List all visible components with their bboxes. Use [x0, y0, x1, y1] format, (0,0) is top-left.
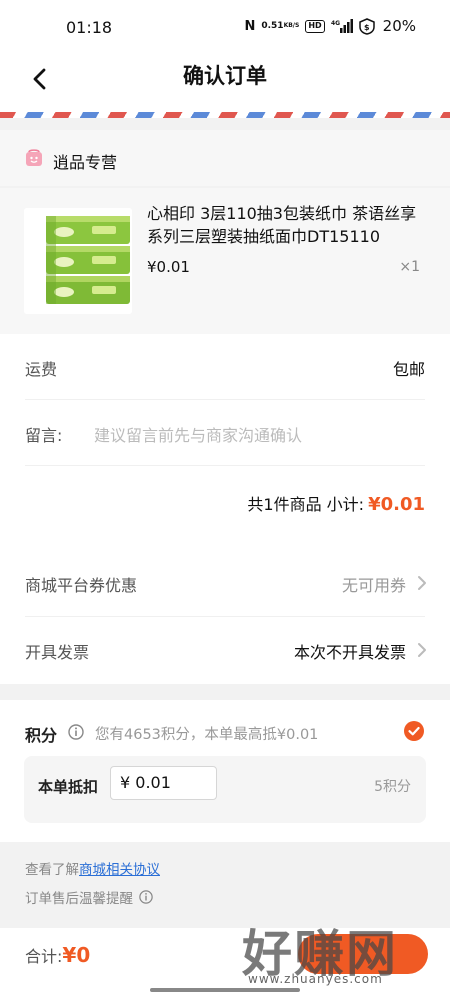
points-description: 您有4653积分，本单最高抵¥0.01 — [95, 727, 319, 743]
product-item[interactable]: 心相印 3层110抽3包装纸巾 茶语丝享系列三层塑装抽纸面巾DT15110 ¥0… — [0, 188, 450, 334]
signal-icon: 4G — [331, 18, 353, 34]
points-deduct-box: 本单抵扣 ¥ 0.01 5积分 — [24, 756, 426, 823]
product-name: 心相印 3层110抽3包装纸巾 茶语丝享系列三层塑装抽纸面巾DT15110 — [147, 204, 417, 246]
deduct-label: 本单抵扣 — [38, 778, 99, 796]
invoice-label: 开具发票 — [25, 643, 90, 662]
submit-order-button[interactable] — [298, 934, 428, 974]
coupon-label: 商城平台券优惠 — [25, 576, 138, 595]
points-section: 积分 您有4653积分，本单最高抵¥0.01 本单抵扣 ¥ 0.01 5积分 — [0, 700, 450, 842]
total-label: 合计: — [25, 947, 63, 966]
tissue-pack-image — [24, 208, 132, 314]
after-sale-notice-row[interactable]: 订单售后温馨提醒 — [25, 887, 153, 907]
battery-percent: 20% — [382, 17, 416, 35]
checkbox-checked-icon[interactable] — [404, 721, 424, 741]
status-time: 01:18 — [66, 18, 113, 37]
after-sale-notice: 订单售后温馨提醒 — [25, 891, 133, 907]
net-speed-value: 0.51 — [261, 21, 284, 31]
nav-bar: 确认订单 — [0, 50, 450, 112]
invoice-value: 本次不开具发票 — [293, 643, 406, 662]
status-icons: N 0.51 KB/S HD 4G $ 20% — [244, 17, 416, 35]
agreement-link[interactable]: 商城相关协议 — [79, 862, 160, 878]
agreement-line: 查看了解商城相关协议 — [25, 858, 160, 878]
svg-text:$: $ — [364, 23, 370, 32]
agreement-prefix: 查看了解 — [25, 862, 79, 878]
subtotal: 共1件商品 小计: ¥0.01 — [247, 491, 425, 515]
message-row[interactable]: 留言: 建议留言前先与商家沟通确认 — [25, 400, 425, 466]
order-details: 运费 包邮 留言: 建议留言前先与商家沟通确认 共1件商品 小计: ¥0.01 — [0, 334, 450, 550]
subtotal-amount: ¥0.01 — [368, 494, 425, 515]
coupon-value: 无可用券 — [341, 576, 406, 595]
coupon-row[interactable]: 商城平台券优惠 无可用券 — [25, 550, 428, 616]
store-name: 逍品专营 — [53, 153, 118, 172]
message-label: 留言: — [25, 426, 63, 445]
network-type-label: 4G — [331, 20, 340, 27]
product-price: ¥0.01 — [147, 258, 190, 276]
shipping-value: 包邮 — [392, 360, 425, 379]
battery-saver-icon: $ — [358, 17, 375, 35]
footer-links: 查看了解商城相关协议 订单售后温馨提醒 — [0, 842, 450, 916]
shipping-row: 运费 包邮 — [25, 334, 425, 400]
net-speed-indicator: 0.51 KB/S — [261, 18, 299, 34]
subtotal-text: 共1件商品 小计: — [247, 495, 365, 514]
info-icon[interactable] — [68, 724, 84, 740]
hd-icon: HD — [305, 19, 325, 33]
nfc-icon: N — [244, 18, 256, 34]
shipping-label: 运费 — [25, 360, 58, 379]
store-icon — [26, 149, 42, 166]
page-title: 确认订单 — [183, 64, 267, 88]
order-total: 合计:¥0 — [25, 943, 90, 967]
order-options: 商城平台券优惠 无可用券 开具发票 本次不开具发票 — [0, 550, 450, 684]
invoice-row[interactable]: 开具发票 本次不开具发票 — [25, 617, 428, 683]
info-icon — [139, 890, 153, 904]
deduct-amount-input[interactable]: ¥ 0.01 — [110, 766, 217, 800]
product-quantity: ×1 — [399, 259, 420, 275]
chevron-right-icon — [418, 643, 426, 657]
points-title: 积分 — [25, 726, 58, 745]
chevron-right-icon — [418, 576, 426, 590]
home-indicator[interactable] — [150, 988, 300, 992]
total-amount: ¥0 — [62, 943, 91, 967]
message-input[interactable]: 建议留言前先与商家沟通确认 — [94, 422, 302, 446]
net-speed-unit: KB/S — [283, 22, 300, 29]
product-image[interactable] — [24, 208, 132, 314]
points-used: 5积分 — [374, 779, 411, 795]
airmail-border — [0, 112, 450, 118]
store-header: 逍品专营 — [0, 130, 450, 186]
status-bar: 01:18 N 0.51 KB/S HD 4G $ 20% — [0, 0, 450, 50]
